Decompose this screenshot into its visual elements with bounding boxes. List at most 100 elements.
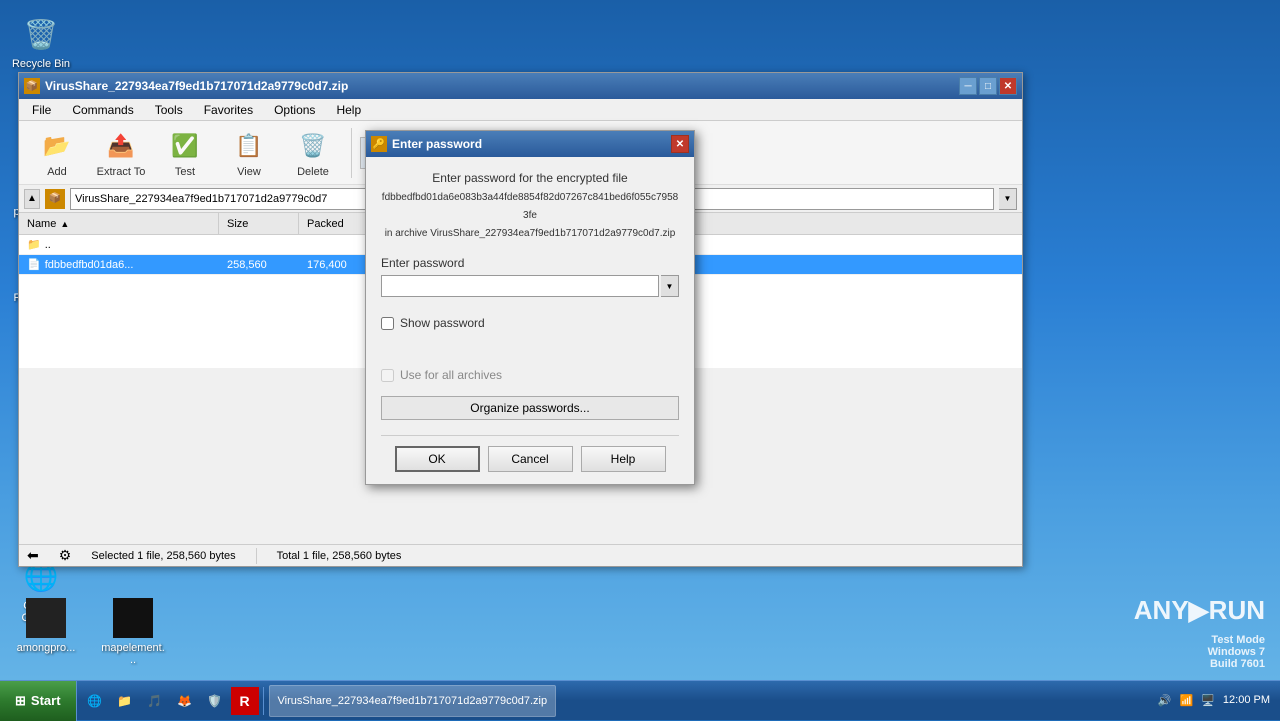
media-taskbar-icon[interactable]: 🎵 [141, 687, 169, 715]
taskbar-items: VirusShare_227934ea7f9ed1b717071d2a9779c… [264, 685, 1148, 717]
recycle-bin-image: 🗑️ [21, 14, 61, 54]
back-arrow[interactable]: ▲ [24, 189, 40, 209]
minimize-button[interactable]: ─ [959, 77, 977, 95]
ok-button[interactable]: OK [395, 446, 480, 472]
monitor-icon[interactable]: 🖥️ [1201, 694, 1215, 707]
mapelement-label: mapelement... [101, 642, 165, 666]
password-dialog: 🔑 Enter password ✕ Enter password for th… [365, 130, 695, 485]
add-label: Add [47, 166, 67, 178]
dialog-title: Enter password [392, 137, 482, 151]
desktop: 🗑️ Recycle Bin 💬 Skype IMG photoru.jpg 📄… [0, 0, 1280, 720]
use-all-archives-checkbox [381, 369, 394, 382]
amongpro-label: amongpro... [17, 642, 76, 654]
recycle-bin-icon[interactable]: 🗑️ Recycle Bin [5, 10, 77, 74]
mapelement-image [113, 598, 153, 638]
anyrun-logo: ANY▶RUN [1134, 595, 1265, 626]
folder-icon: 📁 [27, 238, 41, 251]
folder-taskbar-icon[interactable]: 📁 [111, 687, 139, 715]
delete-icon: 🗑️ [295, 128, 331, 164]
menu-options[interactable]: Options [266, 101, 323, 119]
organize-passwords-button[interactable]: Organize passwords... [381, 396, 679, 420]
recycle-bin-label: Recycle Bin [12, 58, 70, 70]
status-selected: Selected 1 file, 258,560 bytes [91, 550, 235, 562]
amongpro-image [26, 598, 66, 638]
winrar-taskbar-icon[interactable]: R [231, 687, 259, 715]
volume-icon[interactable]: 🔊 [1158, 694, 1172, 707]
bottom-icons-area: amongpro... mapelement... [10, 594, 169, 670]
winrar-small-icon: 📦 [45, 189, 65, 209]
dialog-message: Enter password for the encrypted file fd… [381, 169, 679, 241]
password-label: Enter password [381, 256, 679, 270]
delete-button[interactable]: 🗑️ Delete [283, 123, 343, 183]
status-icon-right: ⚙ [59, 547, 72, 564]
dialog-close-button[interactable]: ✕ [671, 135, 689, 153]
winrar-title: VirusShare_227934ea7f9ed1b717071d2a9779c… [45, 79, 959, 93]
view-button[interactable]: 📋 View [219, 123, 279, 183]
extract-label: Extract To [97, 166, 146, 178]
dialog-content: Enter password for the encrypted file fd… [366, 157, 694, 484]
menu-help[interactable]: Help [328, 101, 369, 119]
spacer [381, 344, 679, 364]
taskbar: ⊞ Start 🌐 📁 🎵 🦊 🛡️ R VirusShare_227934ea… [0, 680, 1280, 720]
close-button[interactable]: ✕ [999, 77, 1017, 95]
start-button[interactable]: ⊞ Start [0, 681, 77, 721]
password-dropdown-button[interactable]: ▼ [661, 275, 679, 297]
toolbar-divider [351, 128, 352, 178]
view-icon: 📋 [231, 128, 267, 164]
extract-button[interactable]: 📤 Extract To [91, 123, 151, 183]
password-input-row: ▼ [381, 275, 679, 297]
quick-launch: 🌐 📁 🎵 🦊 🛡️ R [77, 687, 264, 715]
status-divider [256, 548, 257, 564]
winrar-titlebar: 📦 VirusShare_227934ea7f9ed1b717071d2a977… [19, 73, 1022, 99]
firefox-taskbar-icon[interactable]: 🦊 [171, 687, 199, 715]
show-password-label[interactable]: Show password [400, 316, 485, 330]
sort-indicator: ▲ [60, 219, 69, 229]
menu-file[interactable]: File [24, 101, 59, 119]
dialog-buttons: OK Cancel Help [381, 446, 679, 472]
menu-commands[interactable]: Commands [64, 101, 141, 119]
delete-label: Delete [297, 166, 329, 178]
add-icon: 📂 [39, 128, 75, 164]
extract-icon: 📤 [103, 128, 139, 164]
col-header-size[interactable]: Size [219, 213, 299, 234]
taskbar-winrar-label: VirusShare_227934ea7f9ed1b717071d2a9779c… [278, 695, 548, 707]
show-password-row: Show password [381, 312, 679, 334]
test-button[interactable]: ✅ Test [155, 123, 215, 183]
test-icon: ✅ [167, 128, 203, 164]
status-icon-left: ⬅ [27, 547, 39, 564]
restore-button[interactable]: □ [979, 77, 997, 95]
taskbar-winrar[interactable]: VirusShare_227934ea7f9ed1b717071d2a9779c… [269, 685, 557, 717]
winrar-menubar: File Commands Tools Favorites Options He… [19, 99, 1022, 121]
add-button[interactable]: 📂 Add [27, 123, 87, 183]
anyrun-watermark: ANY▶RUN Test Mode Windows 7 Build 7601 [1134, 595, 1265, 670]
status-total: Total 1 file, 258,560 bytes [277, 550, 402, 562]
password-input[interactable] [381, 275, 659, 297]
test-label: Test [175, 166, 195, 178]
use-all-archives-label: Use for all archives [400, 368, 502, 382]
show-password-checkbox[interactable] [381, 317, 394, 330]
winrar-statusbar: ⬅ ⚙ Selected 1 file, 258,560 bytes Total… [19, 544, 1022, 566]
taskbar-right: 🔊 📶 🖥️ 12:00 PM [1148, 693, 1280, 708]
dialog-titlebar: 🔑 Enter password ✕ [366, 131, 694, 157]
menu-tools[interactable]: Tools [147, 101, 191, 119]
dialog-separator [381, 435, 679, 436]
winrar-title-icon: 📦 [24, 78, 40, 94]
file-icon: 📄 [27, 258, 41, 271]
menu-favorites[interactable]: Favorites [196, 101, 261, 119]
view-label: View [237, 166, 261, 178]
anyrun-test-mode: Test Mode Windows 7 Build 7601 [1208, 634, 1265, 670]
network-icon[interactable]: 📶 [1180, 694, 1194, 707]
amongpro-icon[interactable]: amongpro... [10, 594, 82, 670]
use-all-archives-row: Use for all archives [381, 364, 679, 386]
security-taskbar-icon[interactable]: 🛡️ [201, 687, 229, 715]
mapelement-icon[interactable]: mapelement... [97, 594, 169, 670]
dialog-title-icon: 🔑 [371, 136, 387, 152]
start-logo: ⊞ [15, 693, 26, 709]
ie-taskbar-icon[interactable]: 🌐 [81, 687, 109, 715]
help-button[interactable]: Help [581, 446, 666, 472]
cancel-button[interactable]: Cancel [488, 446, 573, 472]
col-header-name[interactable]: Name ▲ [19, 213, 219, 234]
clock: 12:00 PM [1223, 693, 1270, 708]
window-controls: ─ □ ✕ [959, 77, 1017, 95]
address-dropdown-btn[interactable]: ▼ [999, 188, 1017, 210]
